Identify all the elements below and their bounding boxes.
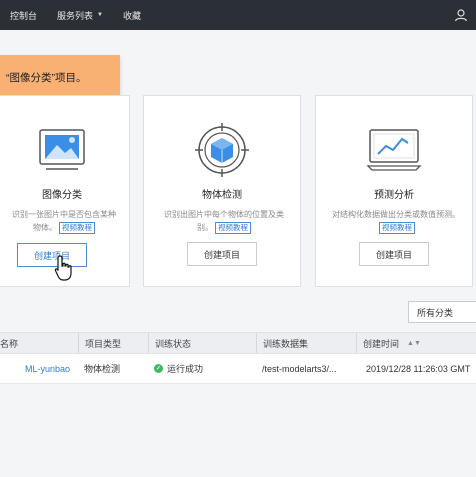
card-description: 识别出图片中每个物体的位置及类别。 视频教程 bbox=[160, 208, 288, 234]
column-header-dataset: 训练数据集 bbox=[256, 333, 356, 353]
user-icon[interactable] bbox=[454, 8, 468, 22]
project-card-predictive-analytics: 预测分析 对结构化数据做出分类或数值预测。视频教程 创建项目 bbox=[315, 95, 473, 287]
category-filter-label: 所有分类 bbox=[417, 307, 454, 318]
category-filter-select[interactable]: 所有分类 bbox=[408, 301, 476, 323]
nav-console[interactable]: 控制台 bbox=[10, 9, 37, 22]
check-circle-icon: ✓ bbox=[154, 364, 163, 373]
image-icon bbox=[32, 122, 92, 178]
table-header: 名称 项目类型 训练状态 训练数据集 创建时间 ▲▼ bbox=[0, 332, 476, 354]
card-description: 识别一张图片中是否包含某种物体。 视频教程 bbox=[11, 208, 117, 234]
card-description-text: 对结构化数据做出分类或数值预测。 bbox=[332, 210, 460, 219]
chart-monitor-icon bbox=[364, 122, 424, 178]
column-header-status: 训练状态 bbox=[148, 333, 256, 353]
training-status-text: 运行成功 bbox=[167, 364, 204, 374]
chevron-down-icon: ▼ bbox=[97, 12, 103, 18]
training-status-cell: ✓ 运行成功 bbox=[154, 354, 256, 383]
card-title: 物体检测 bbox=[202, 190, 242, 201]
target-cube-icon bbox=[192, 122, 252, 178]
guide-tooltip-text: “图像分类”项目。 bbox=[6, 71, 87, 84]
top-nav-bar: 控制台 服务列表 ▼ 收藏 bbox=[0, 0, 476, 30]
card-description: 对结构化数据做出分类或数值预测。视频教程 bbox=[332, 208, 460, 234]
card-title: 图像分类 bbox=[42, 190, 82, 201]
video-tutorial-link[interactable]: 视频教程 bbox=[59, 222, 95, 234]
project-card-object-detection: 物体检测 识别出图片中每个物体的位置及类别。 视频教程 创建项目 bbox=[143, 95, 301, 287]
table-row[interactable]: ML-yunbao 物体检测 ✓ 运行成功 /test-modelarts3/.… bbox=[0, 354, 476, 384]
column-header-name: 名称 bbox=[0, 338, 19, 349]
column-header-created-label: 创建时间 bbox=[363, 338, 400, 349]
project-type-cell: 物体检测 bbox=[84, 364, 121, 374]
create-project-button[interactable]: 创建项目 bbox=[359, 242, 429, 266]
column-header-type: 项目类型 bbox=[78, 333, 148, 353]
create-project-button[interactable]: 创建项目 bbox=[187, 242, 257, 266]
hand-cursor-icon bbox=[54, 255, 72, 281]
sort-icon[interactable]: ▲▼ bbox=[407, 340, 421, 347]
created-time-cell: 2019/12/28 11:26:03 GMT bbox=[366, 363, 471, 374]
dataset-cell: /test-modelarts3/... bbox=[262, 363, 337, 374]
project-name-link[interactable]: ML-yunbao bbox=[0, 354, 78, 383]
nav-service-list[interactable]: 服务列表 ▼ bbox=[57, 9, 103, 22]
video-tutorial-link[interactable]: 视频教程 bbox=[379, 222, 415, 234]
video-tutorial-link[interactable]: 视频教程 bbox=[215, 222, 251, 234]
guide-tooltip: “图像分类”项目。 bbox=[0, 55, 120, 107]
nav-favorites[interactable]: 收藏 bbox=[123, 9, 141, 22]
create-project-button[interactable]: 创建项目 bbox=[17, 243, 87, 267]
card-title: 预测分析 bbox=[374, 190, 414, 201]
column-header-created[interactable]: 创建时间 ▲▼ bbox=[356, 333, 476, 353]
nav-service-list-label: 服务列表 bbox=[57, 10, 94, 21]
